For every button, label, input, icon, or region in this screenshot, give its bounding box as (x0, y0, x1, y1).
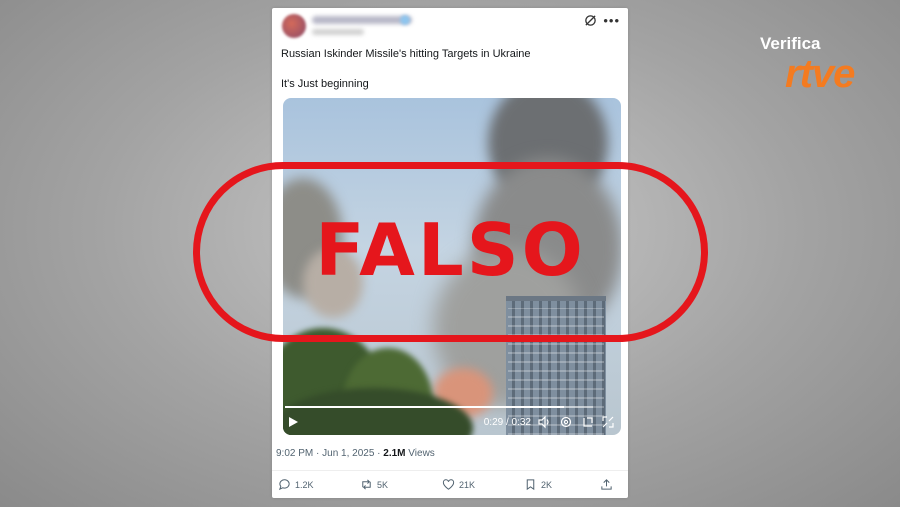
video-progress-track[interactable] (285, 406, 593, 408)
pop-out-icon[interactable] (581, 415, 595, 429)
play-icon[interactable] (289, 417, 298, 427)
falso-stamp-label: FALSO (315, 208, 586, 292)
more-options-icon[interactable]: ••• (603, 14, 620, 27)
video-time: 0:29 / 0:32 (483, 417, 531, 428)
tweet-actions: 1.2K 5K 21K 2K (278, 478, 618, 494)
views-label: Views (405, 448, 435, 459)
repost-count: 5K (377, 479, 389, 490)
heart-icon (442, 479, 455, 490)
settings-gear-icon[interactable] (559, 415, 573, 429)
avatar[interactable] (282, 14, 306, 38)
tweet-text-line-1: Russian Iskinder Missile's hitting Targe… (281, 48, 531, 60)
bookmark-icon (526, 479, 535, 491)
tweet-meta: 9:02 PM · Jun 1, 2025 · 2.1M Views (276, 448, 435, 459)
tweet-top-icons: ••• (584, 14, 620, 27)
like-count: 21K (459, 479, 476, 490)
divider (272, 470, 628, 471)
reply-count: 1.2K (295, 479, 314, 490)
tweet-datetime[interactable]: 9:02 PM · Jun 1, 2025 · (276, 448, 383, 459)
reply-button[interactable]: 1.2K (278, 478, 314, 491)
video-controls: 0:29 / 0:32 (283, 409, 621, 435)
bookmark-count: 2K (541, 479, 553, 490)
grok-icon[interactable] (584, 14, 597, 27)
tweet-text-line-2: It's Just beginning (281, 78, 369, 90)
video-progress-fill (285, 406, 565, 408)
reply-icon (278, 479, 290, 491)
views-count: 2.1M (383, 448, 406, 459)
repost-button[interactable]: 5K (360, 478, 388, 491)
share-icon (601, 479, 612, 490)
volume-icon[interactable] (537, 415, 551, 429)
share-button[interactable] (600, 478, 613, 491)
like-button[interactable]: 21K (442, 478, 475, 491)
repost-icon (362, 479, 371, 490)
blurred-display-name[interactable] (312, 16, 412, 24)
verifica-logo-text: Verifica (760, 34, 821, 53)
blurred-handle (312, 29, 364, 35)
bookmark-button[interactable]: 2K (524, 478, 552, 491)
verified-badge-icon (400, 15, 410, 25)
fullscreen-icon[interactable] (601, 415, 615, 429)
rtve-logo: rtve (785, 52, 855, 96)
